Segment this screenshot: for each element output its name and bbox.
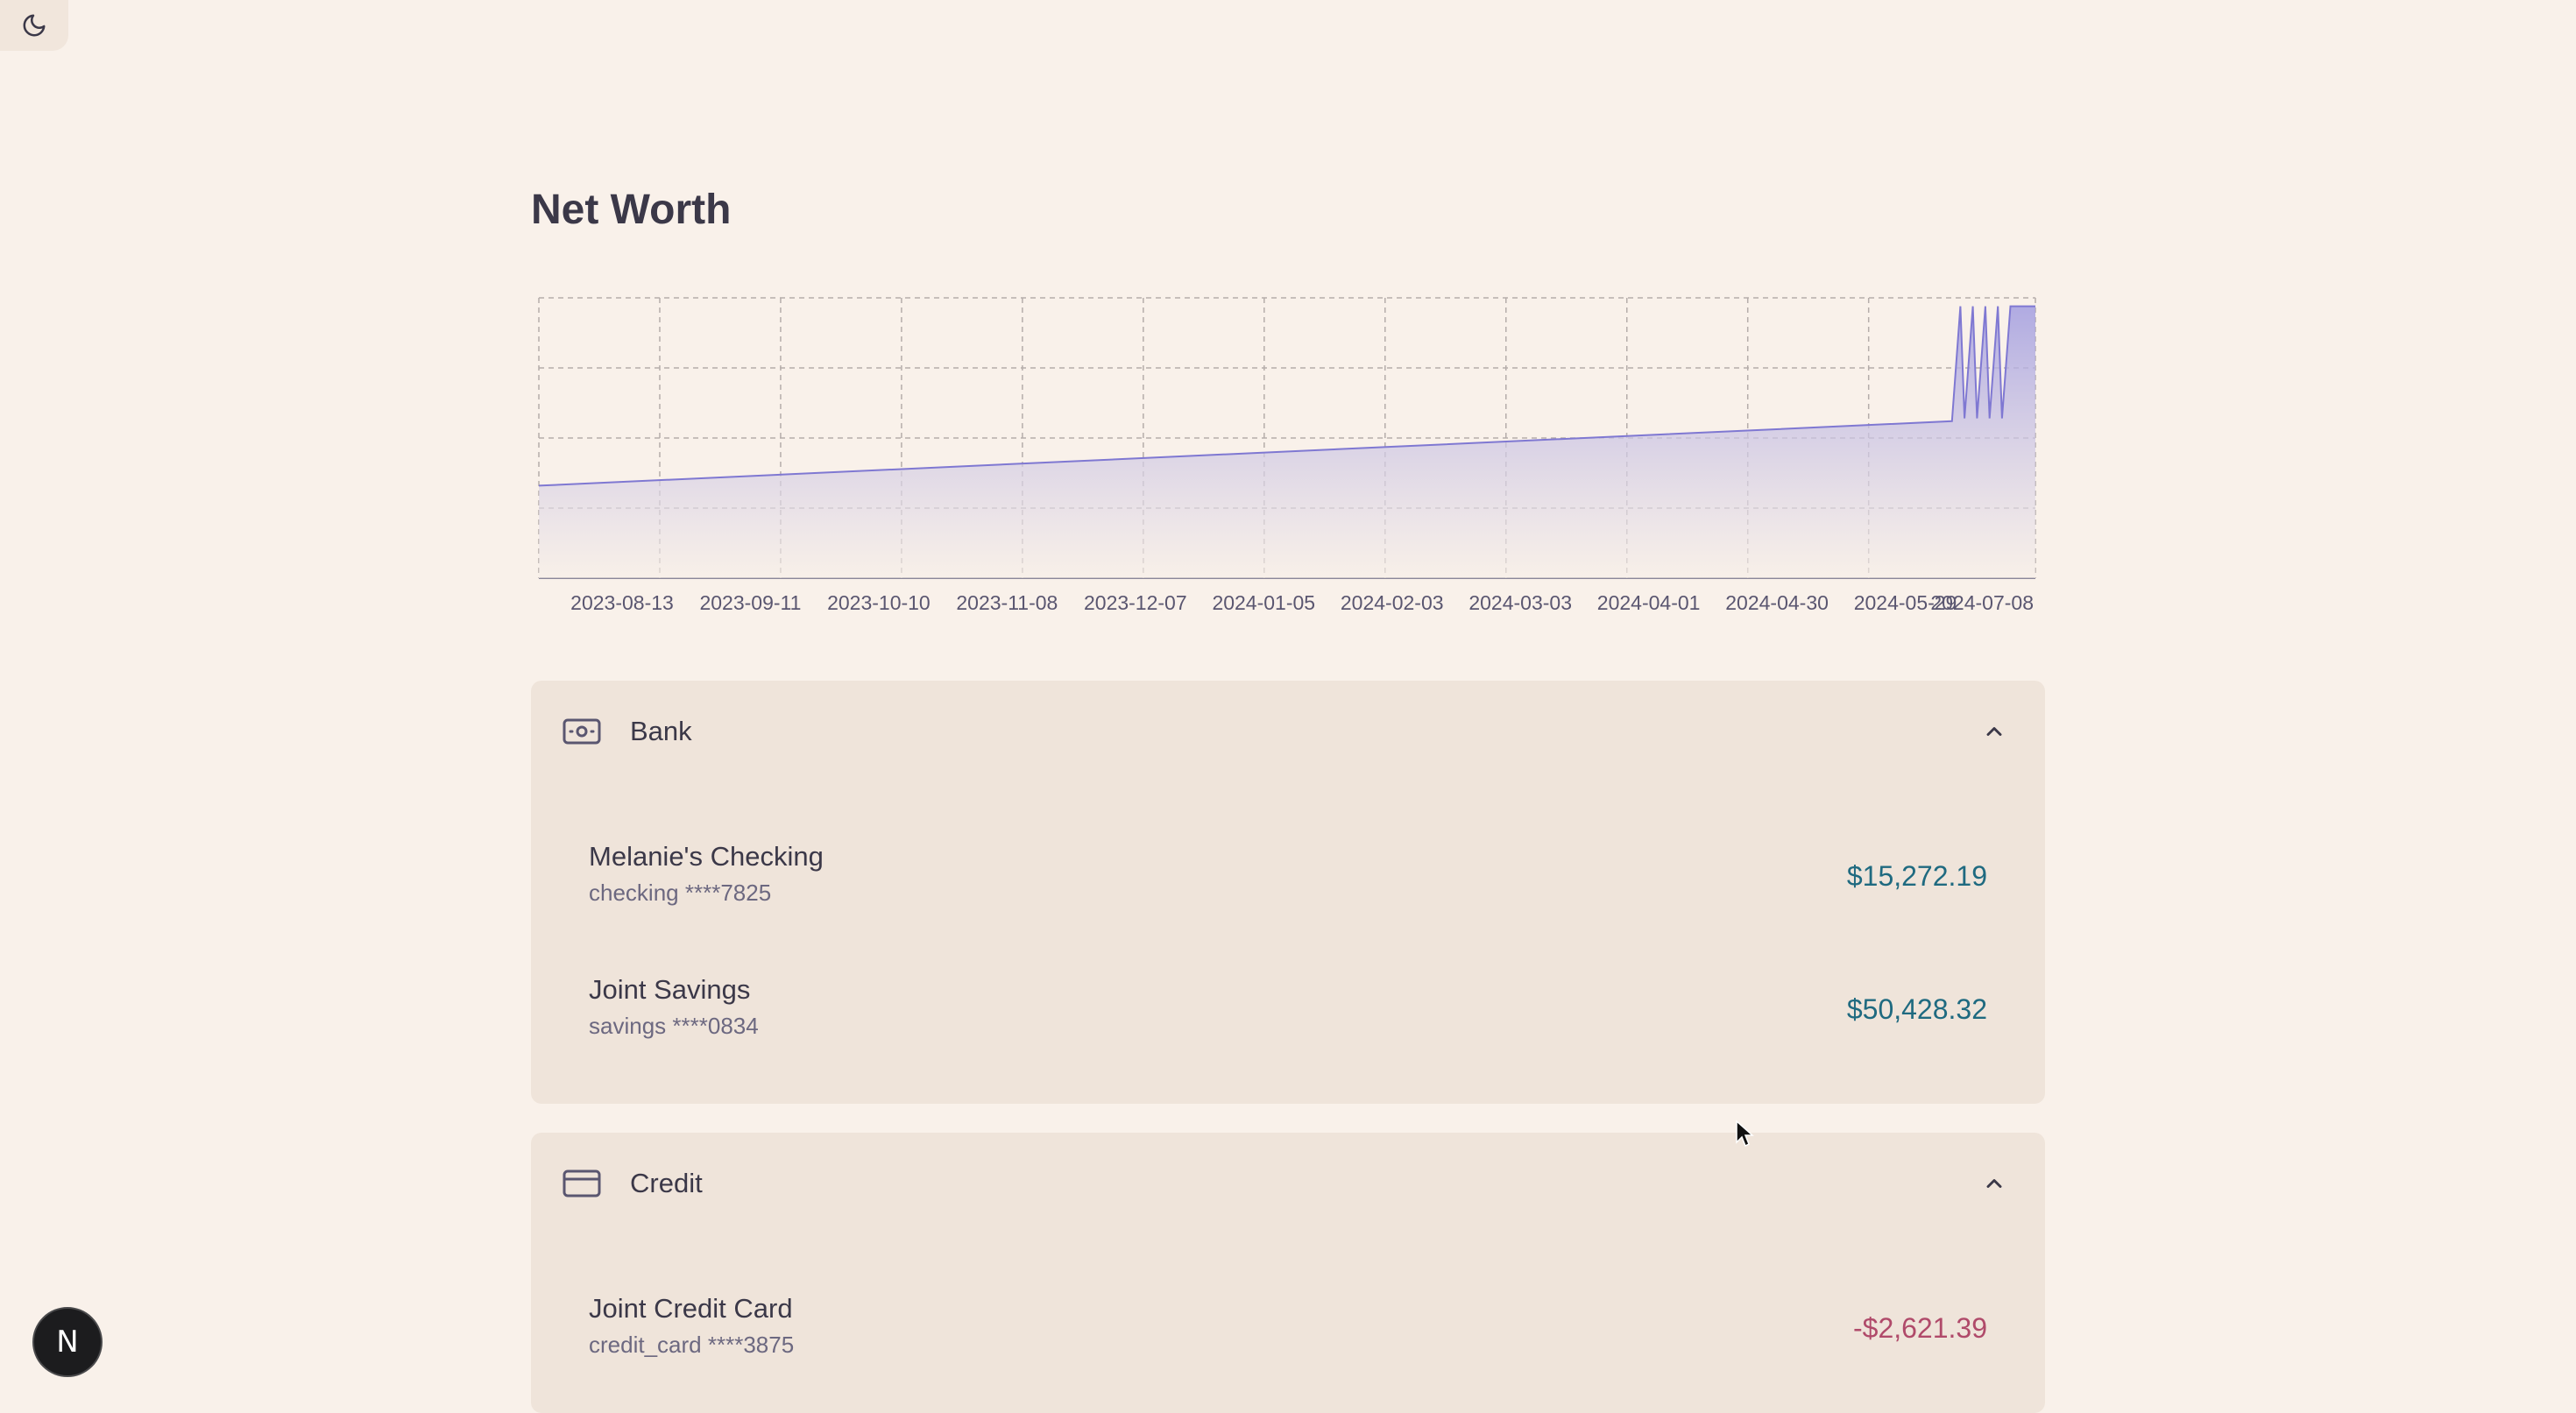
account-balance: -$2,621.39 <box>1852 1312 1987 1344</box>
account-balance: $15,272.19 <box>1846 860 1987 892</box>
account-name: Melanie's Checking <box>589 841 824 872</box>
chevron-up-icon[interactable] <box>1982 1171 2006 1196</box>
x-tick-label: 2023-11-08 <box>956 591 1058 614</box>
account-balance: $50,428.32 <box>1846 993 1987 1025</box>
account-row[interactable]: Joint Savings savings ****0834 $50,428.3… <box>589 974 1987 1062</box>
page-title: Net Worth <box>531 187 732 233</box>
chevron-up-icon[interactable] <box>1982 719 2006 744</box>
x-tick-label: 2024-01-05 <box>1212 591 1315 614</box>
x-tick-label: 2023-09-11 <box>699 591 801 614</box>
x-tick-label: 2023-10-10 <box>827 591 931 614</box>
banknote-icon <box>563 718 601 745</box>
net-worth-chart-svg: 2023-08-13 2023-09-11 2023-10-10 2023-11-08… <box>538 297 2036 614</box>
x-tick-label: 2023-12-07 <box>1084 591 1187 614</box>
series-area <box>539 306 2035 578</box>
account-row[interactable]: Melanie's Checking checking ****7825 $15… <box>589 841 1987 929</box>
moon-icon <box>23 14 46 37</box>
bank-section: Bank Melanie's Checking checking ****782… <box>531 681 2045 1104</box>
theme-toggle-button[interactable] <box>0 0 68 51</box>
x-tick-label: 2023-08-13 <box>570 591 674 614</box>
x-tick-label: 2024-04-30 <box>1725 591 1829 614</box>
x-tick-label: 2024-07-08 <box>1930 591 2034 614</box>
section-title: Bank <box>630 716 692 746</box>
account-subtitle: credit_card ****3875 <box>589 1332 795 1358</box>
mouse-cursor-icon <box>1736 1120 1754 1148</box>
account-subtitle: checking ****7825 <box>589 880 772 906</box>
section-title: Credit <box>630 1168 703 1198</box>
x-tick-label: 2024-04-01 <box>1597 591 1701 614</box>
account-row[interactable]: Joint Credit Card credit_card ****3875 -… <box>589 1293 1987 1381</box>
x-tick-label: 2024-03-03 <box>1468 591 1572 614</box>
account-subtitle: savings ****0834 <box>589 1013 759 1039</box>
credit-card-icon <box>563 1169 601 1198</box>
account-name: Joint Savings <box>589 974 751 1005</box>
bank-section-header[interactable]: Bank <box>531 681 2045 782</box>
account-name: Joint Credit Card <box>589 1293 793 1324</box>
next-dev-badge[interactable]: N <box>32 1307 103 1377</box>
credit-section: Credit Joint Credit Card credit_card ***… <box>531 1133 2045 1413</box>
x-tick-label: 2024-02-03 <box>1341 591 1444 614</box>
net-worth-chart: 2023-08-13 2023-09-11 2023-10-10 2023-11-08… <box>526 289 2050 622</box>
credit-section-header[interactable]: Credit <box>531 1133 2045 1234</box>
